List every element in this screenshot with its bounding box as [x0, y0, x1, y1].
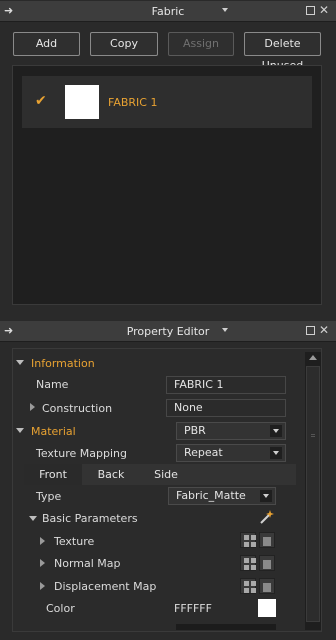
- grid-icon[interactable]: [240, 555, 256, 571]
- magic-wand-icon[interactable]: [258, 509, 274, 525]
- property-editor-titlebar: ➜ Property Editor ✕: [0, 321, 336, 342]
- scrollbar-thumb[interactable]: [306, 366, 320, 622]
- collapse-icon[interactable]: [16, 360, 24, 365]
- fabric-titlebar: ➜ Fabric ✕: [0, 1, 336, 22]
- expand-icon[interactable]: [40, 559, 45, 567]
- chevron-down-icon: [260, 490, 272, 502]
- name-label: Name: [36, 378, 69, 391]
- fabric-name: FABRIC 1: [108, 96, 158, 109]
- displacement-map-label: Displacement Map: [54, 580, 157, 593]
- assign-button[interactable]: Assign: [168, 32, 234, 56]
- tab-back[interactable]: Back: [82, 464, 140, 485]
- texture-mapping-select[interactable]: Repeat: [176, 444, 286, 462]
- material-type-value: PBR: [184, 424, 206, 437]
- trash-icon[interactable]: [259, 532, 275, 548]
- normal-map-label: Normal Map: [54, 557, 121, 570]
- color-hex-value[interactable]: FFFFFF: [174, 602, 212, 615]
- scroll-up-icon[interactable]: [309, 355, 317, 360]
- material-header: Material: [31, 425, 76, 438]
- expand-icon[interactable]: [40, 582, 45, 590]
- tab-front[interactable]: Front: [24, 464, 82, 485]
- texture-mapping-value: Repeat: [184, 446, 223, 459]
- property-editor-title: Property Editor: [126, 325, 210, 338]
- trash-icon[interactable]: [259, 578, 275, 594]
- tab-side[interactable]: Side: [140, 464, 192, 485]
- fabric-list: ✔ FABRIC 1: [12, 65, 322, 305]
- chevron-down-icon: [270, 425, 282, 437]
- collapse-icon[interactable]: [16, 428, 24, 433]
- grid-icon[interactable]: [240, 578, 256, 594]
- basic-parameters-row[interactable]: Basic Parameters: [24, 508, 280, 528]
- property-editor-dropdown-icon[interactable]: [222, 328, 228, 332]
- collapse-icon[interactable]: [29, 516, 37, 521]
- close-icon[interactable]: ✕: [318, 3, 330, 17]
- material-type-select[interactable]: PBR: [176, 422, 286, 440]
- construction-label: Construction: [42, 402, 113, 415]
- fabric-swatch: [65, 85, 99, 119]
- bottom-divider: [176, 624, 276, 630]
- scroll-grip: [311, 434, 315, 437]
- side-tabs: Front Back Side: [24, 464, 296, 485]
- add-button[interactable]: Add: [13, 32, 80, 56]
- construction-field[interactable]: None: [166, 399, 286, 417]
- texture-mapping-label: Texture Mapping: [36, 447, 127, 460]
- delete-unused-button[interactable]: Delete Unused: [244, 32, 321, 72]
- grid-icon[interactable]: [240, 532, 256, 548]
- copy-button[interactable]: Copy: [90, 32, 158, 56]
- type-label: Type: [36, 490, 62, 503]
- fabric-panel-title: Fabric: [151, 5, 185, 18]
- chevron-down-icon: [270, 447, 282, 459]
- list-item[interactable]: ✔ FABRIC 1: [22, 76, 312, 128]
- expand-icon[interactable]: [40, 537, 45, 545]
- close-icon[interactable]: ✕: [318, 323, 330, 337]
- undock-icon[interactable]: [306, 326, 315, 335]
- check-icon[interactable]: ✔: [35, 93, 47, 109]
- texture-label: Texture: [54, 535, 95, 548]
- color-label: Color: [46, 602, 75, 615]
- type-select[interactable]: Fabric_Matte: [168, 487, 276, 505]
- trash-icon[interactable]: [259, 555, 275, 571]
- information-header: Information: [31, 357, 95, 370]
- undock-icon[interactable]: [306, 6, 315, 15]
- expand-icon[interactable]: [30, 403, 35, 411]
- name-field[interactable]: FABRIC 1: [166, 376, 286, 394]
- basic-parameters-label: Basic Parameters: [42, 512, 138, 525]
- color-swatch[interactable]: [258, 599, 276, 617]
- information-section-header[interactable]: Information: [12, 353, 302, 373]
- type-select-value: Fabric_Matte: [176, 489, 246, 502]
- fabric-dropdown-icon[interactable]: [222, 8, 228, 12]
